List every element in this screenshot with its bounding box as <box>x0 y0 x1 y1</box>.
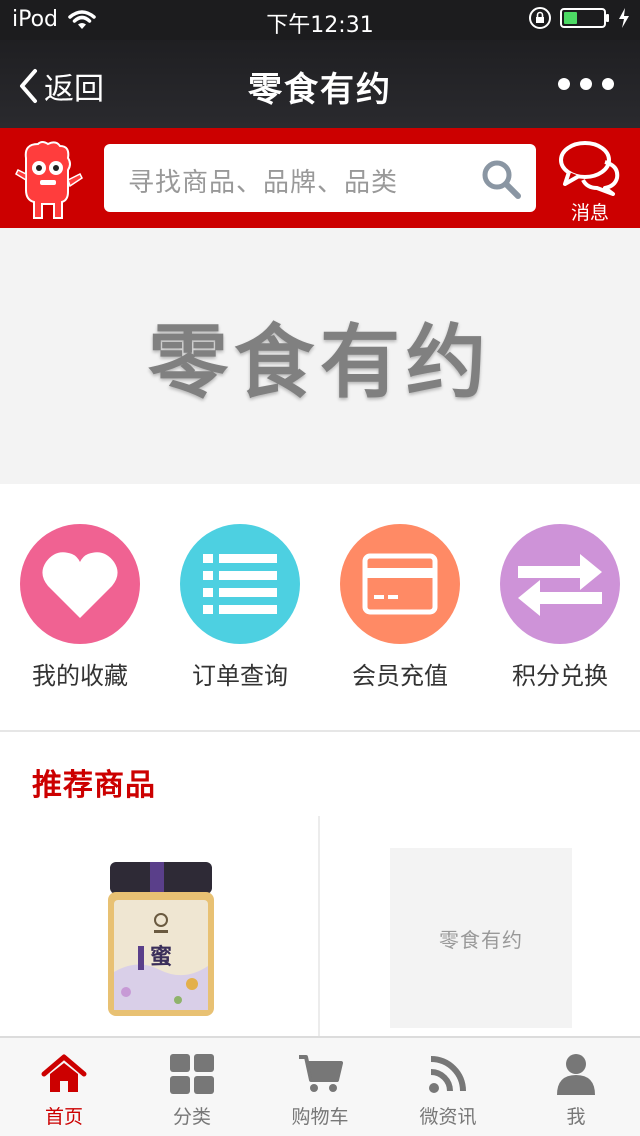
more-dot-icon <box>580 78 592 90</box>
tab-cart[interactable]: 购物车 <box>256 1052 384 1129</box>
points-label: 积分兑换 <box>512 662 608 690</box>
mascot-logo[interactable] <box>10 140 86 222</box>
tab-bar: 首页 分类 购物车 微资讯 我 <box>0 1036 640 1136</box>
svg-text:蜜: 蜜 <box>150 944 172 970</box>
rotation-lock-icon <box>529 7 551 29</box>
banner[interactable]: 零食有约 <box>0 228 640 484</box>
message-label: 消息 <box>570 202 609 224</box>
list-icon <box>203 554 277 614</box>
tab-news[interactable]: 微资讯 <box>384 1052 512 1129</box>
more-dot-icon <box>602 78 614 90</box>
quick-action-favorites[interactable]: 我的收藏 <box>0 524 160 691</box>
placeholder-text: 零食有约 <box>439 927 523 952</box>
honey-jar-image: 蜜 <box>108 862 214 1016</box>
nav-bar: 返回 零食有约 <box>0 40 640 128</box>
exchange-icon <box>518 554 602 616</box>
product-card-honey[interactable]: 蜜 <box>0 816 318 1038</box>
quick-action-points[interactable]: 积分兑换 <box>480 524 640 691</box>
product-grid: 蜜 零食有约 <box>0 816 640 1038</box>
favorites-label: 我的收藏 <box>32 662 128 690</box>
page-title: 零食有约 <box>248 70 392 110</box>
grid-icon <box>168 1052 216 1096</box>
recharge-label: 会员充值 <box>352 662 448 690</box>
product-card-placeholder[interactable]: 零食有约 <box>320 816 640 1038</box>
message-button[interactable]: 消息 <box>556 138 624 224</box>
tab-category[interactable]: 分类 <box>128 1052 256 1129</box>
orders-label: 订单查询 <box>192 662 288 690</box>
heart-icon <box>42 552 118 618</box>
orders-circle <box>180 524 300 644</box>
quick-action-recharge[interactable]: 会员充值 <box>320 524 480 691</box>
search-input[interactable]: 寻找商品、品牌、品类 <box>104 144 536 212</box>
search-bar: 寻找商品、品牌、品类 消息 <box>0 128 640 228</box>
more-dot-icon <box>558 78 570 90</box>
recharge-circle <box>340 524 460 644</box>
home-icon <box>40 1052 88 1096</box>
section-divider <box>0 730 640 732</box>
search-icon[interactable] <box>480 158 522 200</box>
tab-news-label: 微资讯 <box>419 1106 477 1128</box>
favorites-circle <box>20 524 140 644</box>
tab-category-label: 分类 <box>172 1106 211 1128</box>
tab-me-label: 我 <box>566 1106 586 1128</box>
tab-home-label: 首页 <box>44 1106 83 1128</box>
user-icon <box>552 1052 600 1096</box>
charging-icon <box>619 8 629 28</box>
quick-action-orders[interactable]: 订单查询 <box>160 524 320 691</box>
tab-me[interactable]: 我 <box>512 1052 640 1129</box>
status-right <box>528 6 630 30</box>
card-icon <box>362 553 438 615</box>
quick-actions: 我的收藏 订单查询 会员充值 积分兑换 <box>0 484 640 730</box>
search-placeholder: 寻找商品、品牌、品类 <box>128 168 399 198</box>
tab-home[interactable]: 首页 <box>0 1052 128 1129</box>
rss-icon <box>424 1052 472 1096</box>
status-bar: iPod 下午12:31 <box>0 0 640 40</box>
battery-icon <box>560 8 609 28</box>
recommend-title: 推荐商品 <box>32 768 156 803</box>
points-circle <box>500 524 620 644</box>
cart-icon <box>296 1052 344 1096</box>
product-placeholder-image: 零食有约 <box>390 848 572 1028</box>
tab-cart-label: 购物车 <box>291 1106 349 1128</box>
more-button[interactable] <box>558 78 614 90</box>
banner-text: 零食有约 <box>148 316 492 409</box>
chat-bubbles-icon <box>559 141 620 196</box>
